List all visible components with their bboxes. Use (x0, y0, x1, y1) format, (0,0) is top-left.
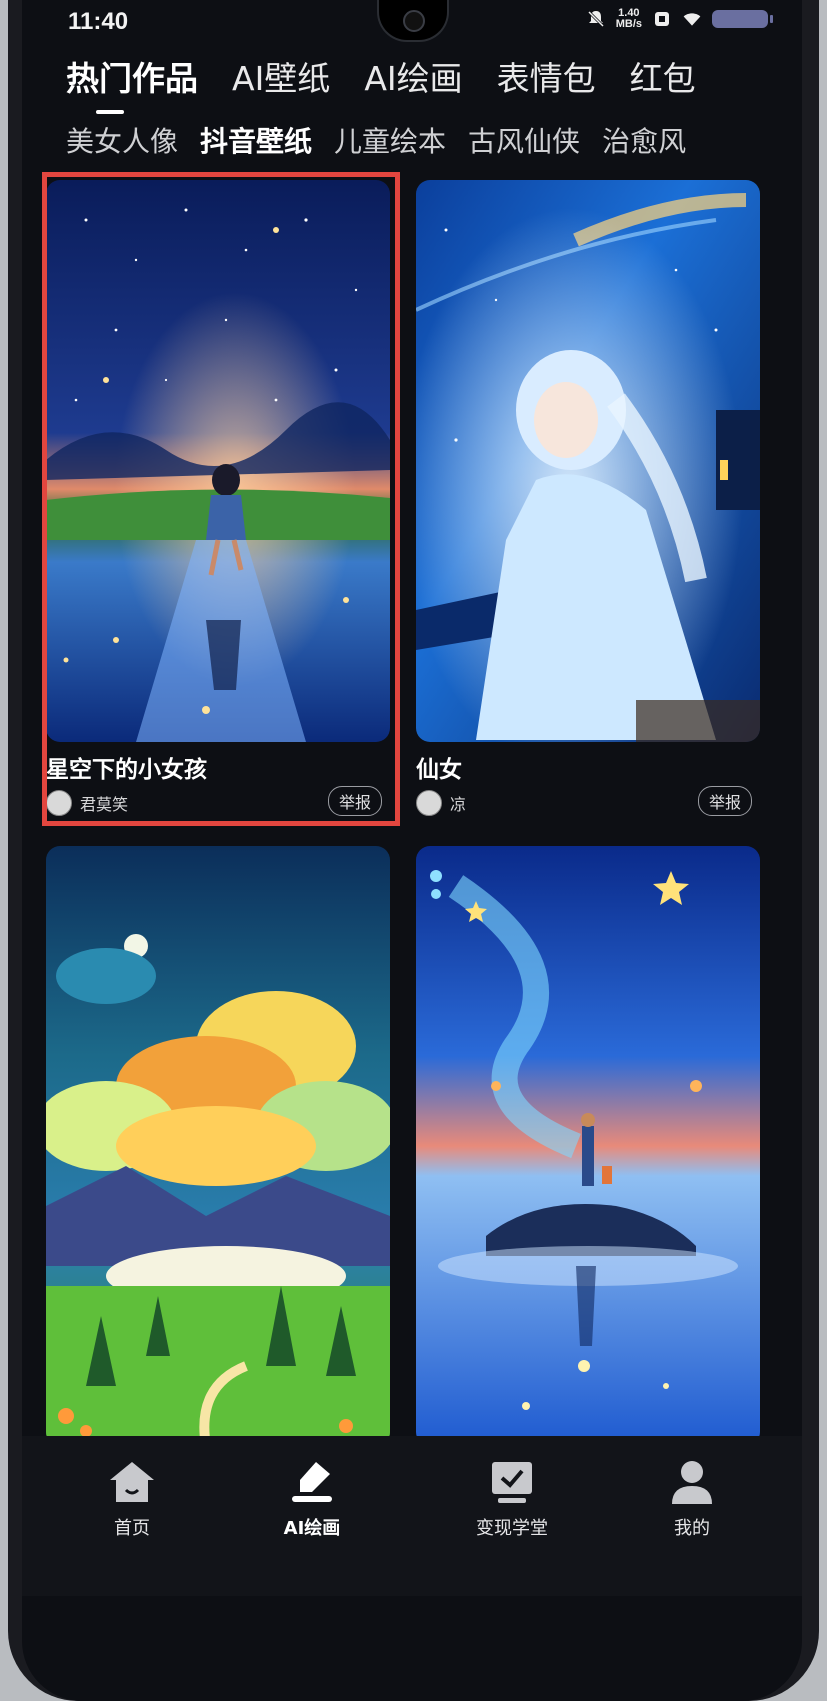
tab-ai-painting[interactable]: AI绘画 (364, 52, 462, 100)
artwork-image-girl-under-stars[interactable] (46, 180, 390, 742)
nav-profile-label: 我的 (674, 1518, 710, 1539)
nav-home-label: 首页 (114, 1518, 150, 1539)
phone-frame: 11:40 1.40 MB/s 热门作品 AI壁纸 AI绘画 表情包 红包 美女… (8, 0, 819, 1701)
status-icons: 1.40 MB/s (586, 8, 773, 30)
nav-home[interactable]: 首页 (62, 1456, 202, 1540)
artwork-author[interactable]: 凉 (416, 790, 466, 816)
network-speed-unit: MB/s (615, 18, 642, 30)
subtab-ancient-fantasy[interactable]: 古风仙侠 (468, 120, 580, 160)
home-icon (110, 1462, 154, 1502)
front-camera (377, 0, 449, 42)
nav-monetization-school[interactable]: 变现学堂 (442, 1456, 582, 1540)
battery-icon (712, 10, 773, 28)
network-speed: 1.40 MB/s (616, 8, 642, 30)
author-avatar (416, 790, 442, 816)
author-name: 凉 (450, 795, 467, 814)
user-icon (672, 1461, 712, 1504)
nav-profile[interactable]: 我的 (622, 1456, 762, 1540)
notification-icon (655, 12, 669, 26)
artwork-title[interactable]: 星空下的小女孩 (46, 750, 207, 784)
bottom-navigation: 首页 AI绘画 变现学堂 我的 (22, 1436, 802, 1596)
subcategory-tabs: 美女人像 抖音壁纸 儿童绘本 古风仙侠 治愈风 (66, 120, 708, 160)
artwork-card-4[interactable] (416, 846, 760, 1446)
tab-stickers[interactable]: 表情包 (497, 52, 596, 100)
mute-icon (587, 10, 604, 28)
nav-ai-painting-label: AI绘画 (283, 1518, 341, 1539)
artwork-author[interactable]: 君莫笑 (46, 790, 128, 816)
subtab-children-picture-book[interactable]: 儿童绘本 (334, 120, 446, 160)
subtab-healing-style[interactable]: 治愈风 (602, 120, 686, 160)
author-name: 君莫笑 (80, 795, 129, 814)
artwork-card-2[interactable]: 仙女 凉 举报 (416, 180, 760, 820)
wifi-icon (683, 13, 701, 26)
artwork-image-cloud-landscape[interactable] (46, 846, 390, 1446)
report-button[interactable]: 举报 (698, 786, 753, 816)
artwork-image-fairy[interactable] (416, 180, 760, 742)
author-avatar (46, 790, 72, 816)
app-screen: 11:40 1.40 MB/s 热门作品 AI壁纸 AI绘画 表情包 红包 美女… (22, 0, 802, 1701)
artwork-card-1[interactable]: 星空下的小女孩 君莫笑 举报 (46, 180, 390, 820)
status-bar: 11:40 1.40 MB/s (22, 0, 802, 42)
artwork-title[interactable]: 仙女 (416, 750, 462, 784)
subtab-douyin-wallpaper[interactable]: 抖音壁纸 (200, 120, 312, 160)
artwork-image-island-reflection[interactable] (416, 846, 760, 1446)
report-button[interactable]: 举报 (328, 786, 383, 816)
screen-check-icon (492, 1462, 532, 1503)
brush-icon (292, 1462, 332, 1502)
tab-hot-works[interactable]: 热门作品 (66, 52, 198, 114)
category-tabs: 热门作品 AI壁纸 AI绘画 表情包 红包 (66, 52, 730, 114)
artwork-card-3[interactable] (46, 846, 390, 1446)
tab-ai-wallpaper[interactable]: AI壁纸 (232, 52, 330, 100)
nav-ai-painting[interactable]: AI绘画 (242, 1456, 382, 1540)
nav-monetization-school-label: 变现学堂 (476, 1518, 548, 1539)
subtab-beauty-portrait[interactable]: 美女人像 (66, 120, 178, 160)
tab-red-packet[interactable]: 红包 (630, 52, 696, 100)
status-time: 11:40 (68, 8, 129, 35)
